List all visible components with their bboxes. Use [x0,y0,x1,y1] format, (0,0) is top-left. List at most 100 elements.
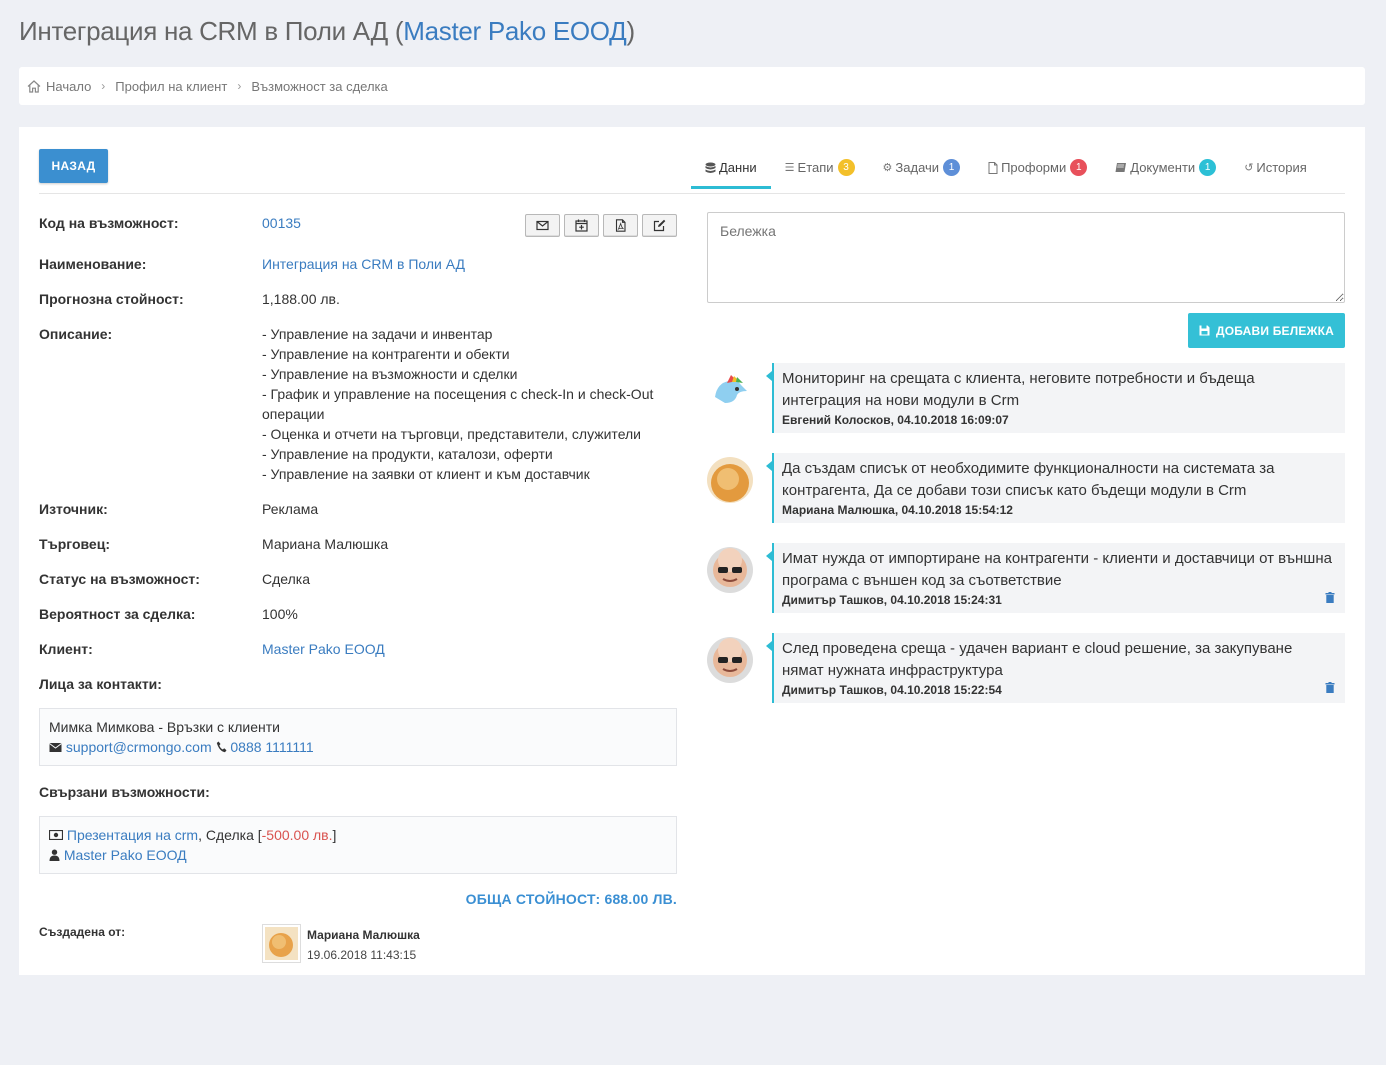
total-value: ОБЩА СТОЙНОСТ: 688.00 ЛВ. [465,891,677,907]
tab-documents[interactable]: Документи 1 [1101,147,1230,188]
related-amount: -500.00 лв. [261,827,333,843]
note-item: Мониторинг на срещата с клиента, неговит… [707,363,1345,433]
tab-stages[interactable]: ☰ Етапи 3 [771,147,869,188]
related-opportunity-line: Презентация на crm, Сделка [-500.00 лв.] [48,825,667,845]
note-bubble: След проведена среща - удачен вариант е … [766,633,1345,703]
breadcrumb: Начало › Профил на клиент › Възможност з… [19,67,1365,105]
description-line: - График и управление на посещения с che… [262,386,654,422]
description-line: - Оценка и отчети на търговци, представи… [262,426,641,442]
related-box: Презентация на crm, Сделка [-500.00 лв.]… [39,816,677,874]
tab-history-label: История [1256,160,1307,175]
home-icon[interactable] [27,79,41,93]
breadcrumb-separator-icon: › [237,79,242,93]
tab-proforma-label: Проформи [1001,160,1067,175]
description-line: - Управление на възможности и сделки [262,366,518,382]
edit-icon [653,219,666,232]
email-button[interactable] [525,214,560,237]
avatar [707,367,753,413]
related-client-line: Master Pako ЕООД [49,845,667,865]
tab-data[interactable]: Данни [691,147,771,189]
note-text: Имат нужда от импортиране на контрагенти… [782,550,1332,589]
name-label: Наименование: [39,256,147,272]
description-line: - Управление на заявки от клиент и към д… [262,466,590,482]
contact-box: Мимка Мимкова - Връзки с клиенти support… [39,708,677,766]
list-icon: ☰ [784,162,795,174]
pdf-button[interactable] [603,214,638,237]
code-label: Код на възможност: [39,215,179,231]
note-author: Мариана Малюшка, 04.10.2018 15:54:12 [782,503,1013,517]
client-label: Клиент: [39,641,93,657]
created-by-label: Създадена от: [39,925,126,939]
forecast-value: 1,188.00 лв. [262,291,340,307]
contact-email-link[interactable]: support@crmongo.com [66,739,212,755]
note-author: Димитър Ташков, 04.10.2018 15:22:54 [782,683,1002,697]
tab-proforma-badge: 1 [1070,159,1088,176]
breadcrumb-item-opportunity: Възможност за сделка [251,78,388,94]
description-line: - Управление на продукти, каталози, офер… [262,446,553,462]
related-client-link[interactable]: Master Pako ЕООД [64,847,187,863]
created-by-name: Мариана Малюшка [307,928,420,942]
avatar [262,924,301,963]
probability-label: Вероятност за сделка: [39,606,196,622]
avatar [707,637,753,683]
related-opportunity-link[interactable]: Презентация на crm [67,827,198,843]
name-value[interactable]: Интеграция на CRM в Поли АД [262,256,465,272]
note-input[interactable] [707,212,1345,303]
money-icon [48,829,64,841]
avatar [707,457,753,503]
created-date: 19.06.2018 11:43:15 [307,948,417,962]
pdf-icon [615,219,626,232]
tab-documents-label: Документи [1130,160,1196,175]
tab-stages-badge: 3 [837,159,855,176]
page-title-client-link[interactable]: Master Pako ЕООД [403,16,627,46]
source-value: Реклама [262,501,319,517]
phone-icon [216,741,226,753]
file-icon [988,161,998,174]
tab-data-label: Данни [719,160,757,175]
book-icon [1115,163,1127,172]
salesman-value: Мариана Малюшка [262,536,389,552]
trash-icon[interactable] [1325,682,1335,693]
breadcrumb-item-client-profile[interactable]: Профил на клиент [115,79,227,94]
forecast-label: Прогнозна стойност: [39,291,184,307]
description-value: - Управление на задачи и инвентар - Упра… [262,324,682,484]
breadcrumb-item-home[interactable]: Начало [46,79,91,94]
probability-value: 100% [262,606,298,622]
description-line: - Управление на контрагенти и обекти [262,346,510,362]
tabs-divider [39,193,1345,194]
add-calendar-button[interactable] [564,214,599,237]
edit-button[interactable] [642,214,677,237]
description-label: Описание: [39,326,113,342]
code-value[interactable]: 00135 [262,215,301,231]
description-line: - Управление на задачи и инвентар [262,326,493,342]
contact-line: support@crmongo.com 0888 1111111 [49,737,667,757]
page-title: Интеграция на CRM в Поли АД (Master Pako… [19,16,635,47]
main-panel: НАЗАД Данни ☰ Етапи 3 ⚙ Задачи 1 Проформ… [19,127,1365,975]
back-button[interactable]: НАЗАД [39,149,108,183]
note-item: Имат нужда от импортиране на контрагенти… [707,543,1345,613]
tab-documents-badge: 1 [1199,159,1217,176]
trash-icon[interactable] [1325,592,1335,603]
note-item: Да създам списък от необходимите функцио… [707,453,1345,523]
status-value: Сделка [262,571,310,587]
page-title-end: ) [626,16,635,46]
add-note-label: ДОБАВИ БЕЛЕЖКА [1215,323,1335,338]
tabs-bar: Данни ☰ Етапи 3 ⚙ Задачи 1 Проформи 1 До… [691,147,1321,189]
source-label: Източник: [39,501,108,517]
client-value[interactable]: Master Pako ЕООД [262,641,385,657]
add-note-button[interactable]: ДОБАВИ БЕЛЕЖКА [1188,313,1345,348]
contact-name: Мимка Мимкова - Връзки с клиенти [49,719,280,735]
page-title-main: Интеграция на CRM в Поли АД ( [19,16,404,46]
tab-history[interactable]: ↺ История [1230,147,1321,188]
note-bubble: Имат нужда от импортиране на контрагенти… [766,543,1345,613]
note-item: След проведена среща - удачен вариант е … [707,633,1345,703]
breadcrumb-separator-icon: › [101,79,106,93]
contact-phone-link[interactable]: 0888 1111111 [230,739,313,755]
envelope-icon [49,743,62,752]
tab-tasks[interactable]: ⚙ Задачи 1 [869,147,975,188]
note-author: Евгений Колосков, 04.10.2018 16:09:07 [782,413,1009,427]
gear-icon: ⚙ [882,162,893,174]
tab-proforma[interactable]: Проформи 1 [974,147,1101,188]
contacts-label: Лица за контакти: [39,676,162,692]
related-label: Свързани възможности: [39,784,210,800]
